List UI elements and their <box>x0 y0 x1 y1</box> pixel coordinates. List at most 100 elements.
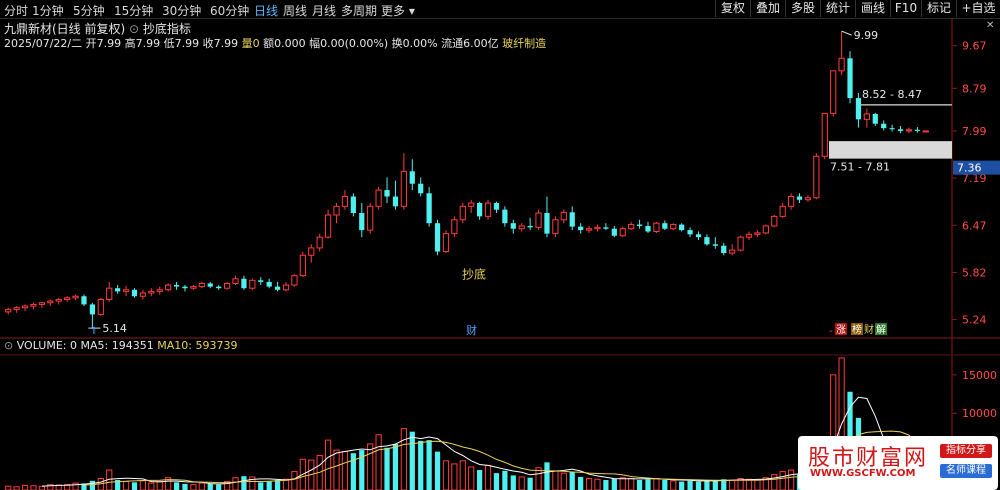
ohlc-info: 2025/07/22/二 开7.99 高7.99 低7.99 收7.99 量0 … <box>4 35 546 51</box>
volume-bar <box>787 469 795 490</box>
candle-body <box>89 304 96 315</box>
watermark-tag-indicator: 指标分享 <box>940 444 992 458</box>
candle-body <box>779 205 786 217</box>
volume-bar <box>578 476 584 490</box>
candle-body <box>232 278 239 284</box>
draw-line-button[interactable]: 画线 <box>855 0 890 17</box>
candle-body <box>510 223 516 229</box>
candle-body <box>30 303 37 307</box>
info-sector[interactable]: 玻纤制造 <box>502 37 546 50</box>
candle-body <box>216 286 222 289</box>
candle-body <box>384 190 390 197</box>
candle-body <box>442 233 450 253</box>
close-panel-icon[interactable]: ✕ <box>986 20 994 31</box>
candle-body <box>13 307 20 310</box>
watermark-logo: 股市财富网 WWW.GSCFW.COM 指标分享 名师课程 <box>798 436 998 490</box>
volume-bar <box>241 476 247 490</box>
period-fenshi[interactable]: 分时 <box>4 2 28 19</box>
volume-bar <box>695 481 702 490</box>
candle-body <box>64 297 71 300</box>
indicator-settings-icon[interactable]: ⊙ <box>129 22 143 36</box>
candle-body <box>721 245 727 254</box>
candle-body <box>266 281 272 287</box>
period-30min[interactable]: 30分钟 <box>162 2 201 19</box>
candle-body <box>535 212 542 228</box>
candle-body <box>679 224 685 231</box>
candle-body <box>400 170 407 207</box>
period-weekly[interactable]: 周线 <box>283 2 307 19</box>
volume-bar <box>139 480 147 490</box>
candle-body <box>165 284 172 291</box>
period-more[interactable]: 更多 ▾ <box>381 2 415 19</box>
volume-bar <box>484 464 492 490</box>
buy-signal-label: 抄底 <box>462 266 486 281</box>
candle-body <box>156 289 163 292</box>
candle-body <box>922 130 929 133</box>
info-high: 7.99 <box>135 37 161 50</box>
event-cai2-marker: 财 <box>864 323 874 336</box>
candle-body <box>173 285 180 287</box>
volume-bar <box>434 451 441 490</box>
volume-bar <box>670 480 677 490</box>
indicator-name[interactable]: 抄底指标 <box>143 22 191 36</box>
candle-body <box>21 305 29 309</box>
mark-button[interactable]: 标记 <box>921 0 956 17</box>
candle-body <box>274 286 281 290</box>
period-5min[interactable]: 5分钟 <box>73 2 105 19</box>
add-watchlist-button[interactable]: +自选 <box>956 0 1000 17</box>
volume-bar <box>190 484 197 490</box>
volume-settings-icon[interactable]: ⊙ <box>4 339 17 352</box>
event-cai-marker: 财 <box>466 323 477 337</box>
candle-body <box>863 113 870 120</box>
candle-body <box>619 228 626 237</box>
fuquan-button[interactable]: 复权 <box>715 0 750 17</box>
candle-body <box>737 236 744 251</box>
candle-body <box>38 302 45 305</box>
candle-body <box>712 244 718 246</box>
candle-body <box>905 129 913 132</box>
info-vol: 0 <box>252 37 260 50</box>
event-zhang-marker: 涨 <box>836 324 846 336</box>
volume-bar <box>258 482 264 490</box>
period-60min[interactable]: 60分钟 <box>210 2 249 19</box>
period-15min[interactable]: 15分钟 <box>114 2 153 19</box>
candle-body <box>308 247 315 256</box>
candle-body <box>847 58 853 99</box>
statistics-button[interactable]: 统计 <box>820 0 855 17</box>
support-zone-label: 7.51 - 7.81 <box>830 161 890 174</box>
volume-bar <box>585 477 593 490</box>
candle-body <box>771 215 778 227</box>
volume-bar <box>341 451 349 490</box>
candle-body <box>106 287 113 300</box>
candle-body <box>115 288 121 292</box>
volume-bar <box>544 462 550 490</box>
volume-bar <box>324 439 332 490</box>
period-1min[interactable]: 1分钟 <box>32 2 64 19</box>
candle-body <box>518 225 525 230</box>
volume-bar <box>156 481 163 490</box>
volume-tick-label: 10000 <box>962 407 997 420</box>
info-float-label: 流通 <box>441 37 464 50</box>
volume-bar <box>493 473 500 490</box>
volume-bar <box>216 484 222 490</box>
candle-body <box>704 237 710 245</box>
candle-body <box>796 196 803 200</box>
period-multi[interactable]: 多周期 <box>341 2 377 19</box>
kline-chart[interactable]: 9.678.797.997.196.475.825.247.367.51 - 7… <box>0 18 1000 490</box>
candle-body <box>611 228 617 236</box>
candle-body <box>653 222 660 233</box>
candle-body <box>249 279 256 289</box>
candle-body <box>821 112 828 157</box>
candle-body <box>787 195 795 207</box>
candle-body <box>97 298 104 315</box>
price-tick-label: 6.47 <box>962 219 987 232</box>
f10-button[interactable]: F10 <box>890 0 921 17</box>
candle-body <box>81 296 87 305</box>
candle-body <box>418 183 424 194</box>
multi-stock-button[interactable]: 多股 <box>785 0 820 17</box>
overlay-button[interactable]: 叠加 <box>750 0 785 17</box>
volume-bar <box>350 453 356 490</box>
period-monthly[interactable]: 月线 <box>312 2 336 19</box>
period-daily[interactable]: 日线 <box>254 2 278 19</box>
volume-bar <box>619 477 626 490</box>
